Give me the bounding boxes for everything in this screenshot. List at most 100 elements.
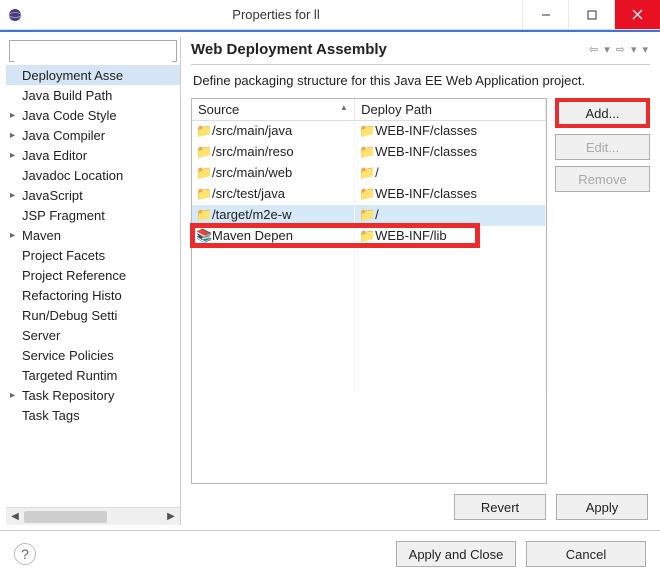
sidebar-item[interactable]: ▸JavaScript xyxy=(6,185,180,205)
sidebar-item-label: Javadoc Location xyxy=(22,168,123,183)
sidebar-item-label: Refactoring Histo xyxy=(22,288,122,303)
sidebar-item[interactable]: Deployment Asse xyxy=(6,65,180,85)
sidebar-item-label: Java Code Style xyxy=(22,108,117,123)
nav-arrows: ⇦▾ ⇨▾ ▾ xyxy=(587,43,650,56)
sidebar-item[interactable]: Javadoc Location xyxy=(6,165,180,185)
chevron-right-icon: ▸ xyxy=(10,130,22,141)
folder-icon: 📁 xyxy=(196,207,212,223)
folder-icon: 📁 xyxy=(359,186,375,202)
sidebar-item[interactable]: JSP Fragment xyxy=(6,205,180,225)
table-row[interactable]: 📁/src/main/web📁/ xyxy=(192,163,546,184)
sidebar-item-label: JSP Fragment xyxy=(22,208,105,223)
sidebar-item[interactable]: ▸Task Repository xyxy=(6,385,180,405)
scroll-thumb[interactable] xyxy=(24,511,107,523)
folder-icon: 📁 xyxy=(359,165,375,181)
page-title: Web Deployment Assembly xyxy=(191,41,387,58)
sidebar-item[interactable]: Task Tags xyxy=(6,405,180,425)
view-menu-icon[interactable]: ▾ xyxy=(640,43,650,56)
folder-icon: 📁 xyxy=(359,228,375,244)
maximize-button[interactable] xyxy=(568,0,614,29)
col-source[interactable]: Source▴ xyxy=(192,99,355,121)
sidebar-item[interactable]: Project Facets xyxy=(6,245,180,265)
sidebar-item-label: Run/Debug Setti xyxy=(22,308,117,323)
scroll-right-icon[interactable]: ▶ xyxy=(162,509,180,525)
sidebar-item[interactable]: Server xyxy=(6,325,180,345)
forward-menu-icon[interactable]: ▾ xyxy=(629,43,639,56)
forward-icon[interactable]: ⇨ xyxy=(614,43,627,56)
chevron-right-icon: ▸ xyxy=(10,190,22,201)
add-button[interactable]: Add... xyxy=(555,98,650,128)
sidebar-item-label: Project Facets xyxy=(22,248,105,263)
sidebar: Deployment AsseJava Build Path▸Java Code… xyxy=(6,37,181,525)
folder-icon: 📁 xyxy=(359,207,375,223)
table-row[interactable]: 📁/src/main/java📁WEB-INF/classes xyxy=(192,121,546,142)
sidebar-item[interactable]: Project Reference xyxy=(6,265,180,285)
folder-icon: 📁 xyxy=(196,186,212,202)
help-icon[interactable]: ? xyxy=(14,543,36,565)
table-row[interactable]: 📚Maven Depen📁WEB-INF/lib xyxy=(192,226,546,247)
h-scrollbar[interactable]: ◀ ▶ xyxy=(6,507,180,525)
assembly-table[interactable]: Source▴ Deploy Path 📁/src/main/java📁WEB-… xyxy=(191,98,547,484)
table-row xyxy=(192,289,546,310)
remove-button: Remove xyxy=(555,166,650,192)
back-icon[interactable]: ⇦ xyxy=(587,43,600,56)
sidebar-item[interactable]: ▸Java Code Style xyxy=(6,105,180,125)
sidebar-item-label: Java Compiler xyxy=(22,128,105,143)
sidebar-item[interactable]: Targeted Runtim xyxy=(6,365,180,385)
sidebar-item-label: Deployment Asse xyxy=(22,68,123,83)
table-row[interactable]: 📁/src/test/java📁WEB-INF/classes xyxy=(192,184,546,205)
sidebar-item-label: Java Editor xyxy=(22,148,87,163)
revert-button[interactable]: Revert xyxy=(454,494,546,520)
sidebar-item[interactable]: Java Build Path xyxy=(6,85,180,105)
folder-icon: 📁 xyxy=(196,144,212,160)
window-title: Properties for ll xyxy=(30,7,522,22)
table-row[interactable]: 📁/target/m2e-w📁/ xyxy=(192,205,546,226)
description: Define packaging structure for this Java… xyxy=(191,65,650,98)
scroll-left-icon[interactable]: ◀ xyxy=(6,509,24,525)
minimize-button[interactable] xyxy=(522,0,568,29)
back-menu-icon[interactable]: ▾ xyxy=(602,43,612,56)
chevron-right-icon: ▸ xyxy=(10,150,22,161)
sidebar-item[interactable]: Service Policies xyxy=(6,345,180,365)
folder-icon: 📁 xyxy=(359,123,375,139)
cancel-button[interactable]: Cancel xyxy=(526,541,646,567)
sidebar-item[interactable]: ▸Maven xyxy=(6,225,180,245)
sidebar-item[interactable]: ▸Java Compiler xyxy=(6,125,180,145)
chevron-right-icon: ▸ xyxy=(10,230,22,241)
table-row[interactable]: 📁/src/main/reso📁WEB-INF/classes xyxy=(192,142,546,163)
apply-button[interactable]: Apply xyxy=(556,494,648,520)
sidebar-tree[interactable]: Deployment AsseJava Build Path▸Java Code… xyxy=(6,65,180,507)
sort-asc-icon: ▴ xyxy=(342,102,347,113)
sidebar-item-label: Service Policies xyxy=(22,348,114,363)
library-icon: 📚 xyxy=(196,228,212,244)
sidebar-item-label: Task Repository xyxy=(22,388,114,403)
sidebar-item-label: Maven xyxy=(22,228,61,243)
edit-button: Edit... xyxy=(555,134,650,160)
folder-icon: 📁 xyxy=(359,144,375,160)
sidebar-item-label: Task Tags xyxy=(22,408,80,423)
sidebar-item-label: Targeted Runtim xyxy=(22,368,117,383)
table-row xyxy=(192,352,546,373)
filter-input[interactable] xyxy=(14,45,172,62)
table-row xyxy=(192,373,546,394)
eclipse-icon xyxy=(0,7,30,23)
sidebar-item[interactable]: Refactoring Histo xyxy=(6,285,180,305)
col-deploy[interactable]: Deploy Path xyxy=(355,99,546,121)
sidebar-item[interactable]: Run/Debug Setti xyxy=(6,305,180,325)
folder-icon: 📁 xyxy=(196,165,212,181)
sidebar-item-label: JavaScript xyxy=(22,188,83,203)
table-row xyxy=(192,247,546,268)
scroll-track[interactable] xyxy=(24,509,162,525)
sidebar-item-label: Project Reference xyxy=(22,268,126,283)
close-button[interactable] xyxy=(614,0,660,29)
table-row xyxy=(192,268,546,289)
chevron-right-icon: ▸ xyxy=(10,110,22,121)
titlebar: Properties for ll xyxy=(0,0,660,30)
folder-icon: 📁 xyxy=(196,123,212,139)
sidebar-item[interactable]: ▸Java Editor xyxy=(6,145,180,165)
table-row xyxy=(192,310,546,331)
filter-box[interactable] xyxy=(9,40,177,62)
apply-close-button[interactable]: Apply and Close xyxy=(396,541,516,567)
chevron-right-icon: ▸ xyxy=(10,390,22,401)
sidebar-item-label: Server xyxy=(22,328,60,343)
